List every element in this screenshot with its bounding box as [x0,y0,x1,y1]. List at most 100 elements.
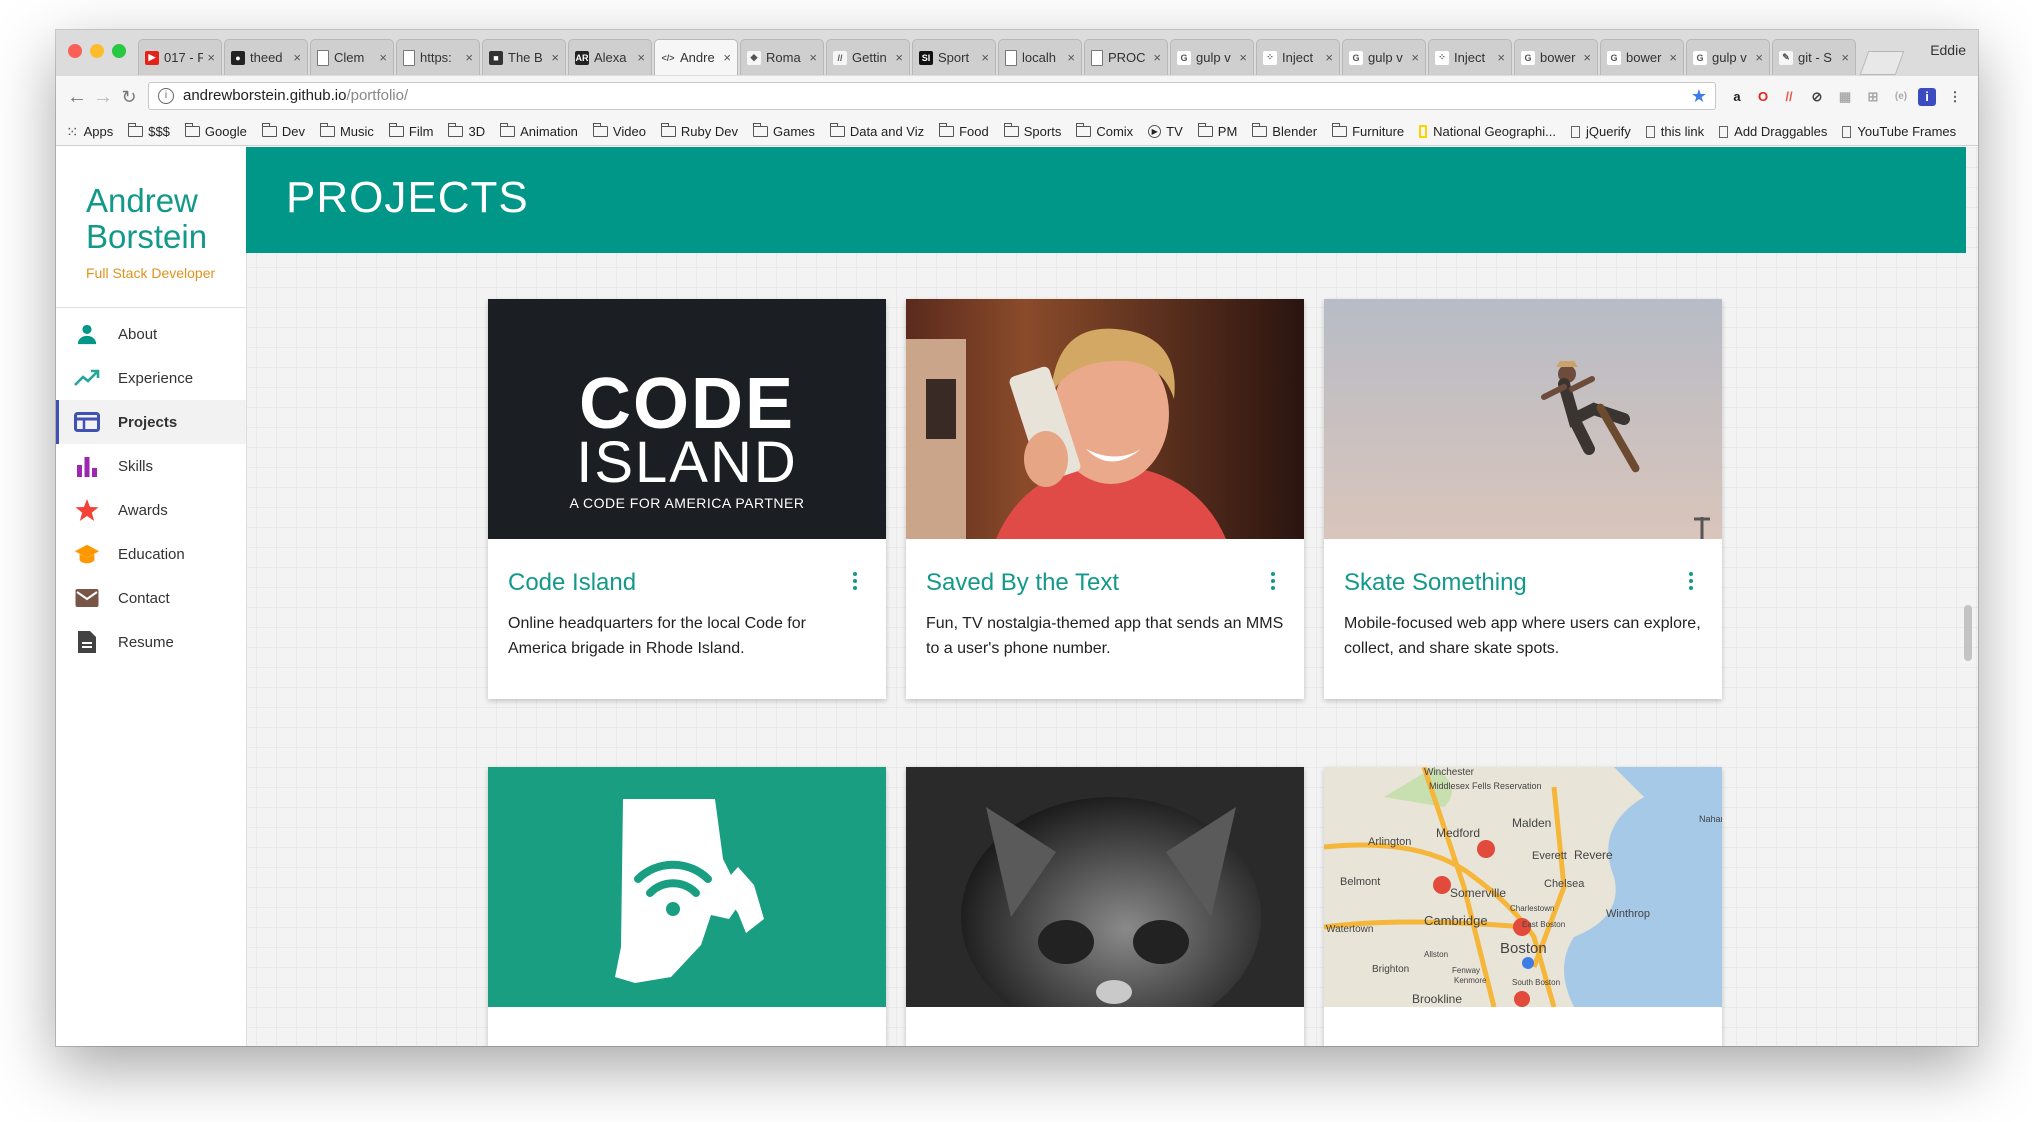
bookmark-folder[interactable]: Music [319,123,374,139]
bookmark-play[interactable]: ▶ TV [1148,124,1183,139]
browser-tab[interactable]: ✎ git - S × [1772,39,1856,75]
sidebar-item-about[interactable]: About [56,312,246,356]
sidebar-item-education[interactable]: Education [56,532,246,576]
bookmark-folder[interactable]: Video [592,123,646,139]
dns-extension-icon[interactable]: (e) [1892,88,1910,106]
tab-close-icon[interactable]: × [637,50,645,65]
bookmark-folder[interactable]: Games [753,123,815,139]
bookmark-folder[interactable]: Blender [1252,123,1317,139]
tab-close-icon[interactable]: × [1583,50,1591,65]
project-title[interactable]: Skate Something [1344,569,1527,597]
phone-photo[interactable] [906,299,1304,539]
sidebar-item-projects[interactable]: Projects [56,400,246,444]
rhode-island-wifi[interactable] [488,767,886,1007]
sync-extension-icon[interactable]: ⊘ [1808,88,1826,106]
browser-tab[interactable]: // Gettin × [826,39,910,75]
browser-tab[interactable]: </> Andre × [654,39,738,75]
sidebar-item-skills[interactable]: Skills [56,444,246,488]
browser-tab[interactable]: ▶ 017 - F × [138,39,222,75]
site-name[interactable]: Andrew Borstein [86,183,207,255]
tab-close-icon[interactable]: × [1067,50,1075,65]
boston-map[interactable]: Winchester Middlesex Fells Reservation Mal… [1324,767,1722,1007]
browser-tab[interactable]: ■ The B × [482,39,566,75]
browser-tab[interactable]: AR Alexa × [568,39,652,75]
bookmark-folder[interactable]: Furniture [1332,123,1404,139]
project-card[interactable]: CODE ISLAND A CODE FOR AMERICA PARTNER C… [488,299,886,699]
tab-close-icon[interactable]: × [1325,50,1333,65]
tab-close-icon[interactable]: × [465,50,473,65]
tab-close-icon[interactable]: × [379,50,387,65]
close-window-button[interactable] [68,44,82,58]
project-card[interactable] [488,767,886,1046]
more-vert-icon[interactable] [852,569,858,595]
bookmark-folder[interactable]: Food [939,123,989,139]
minimize-window-button[interactable] [90,44,104,58]
tab-close-icon[interactable]: × [1153,50,1161,65]
tab-close-icon[interactable]: × [809,50,817,65]
browser-tab[interactable]: https: × [396,39,480,75]
sidebar-item-awards[interactable]: Awards [56,488,246,532]
site-info-icon[interactable]: i [158,88,174,104]
browser-tab[interactable]: Clem × [310,39,394,75]
bookmark-natgeo[interactable]: National Geographi... [1419,124,1556,139]
bookmark-star-icon[interactable]: ★ [1691,83,1707,109]
info-extension-icon[interactable]: i [1918,88,1936,106]
bookmark-page[interactable]: jQuerify [1571,124,1631,139]
amazon-extension-icon[interactable]: a [1728,88,1746,106]
bookmark-page[interactable]: this link [1645,124,1704,139]
css-extension-icon[interactable]: ⊞ [1864,88,1882,106]
tab-close-icon[interactable]: × [1669,50,1677,65]
bookmark-folder[interactable]: Sports [1003,123,1061,139]
bookmark-folder[interactable]: Google [184,123,247,139]
skater-photo[interactable] [1324,299,1722,539]
bookmark-folder[interactable]: Animation [500,123,578,139]
tab-close-icon[interactable]: × [551,50,559,65]
tab-close-icon[interactable]: × [1497,50,1505,65]
bookmark-page[interactable]: Add Draggables [1719,124,1827,139]
opera-extension-icon[interactable]: O [1754,88,1772,106]
browser-tab[interactable]: ● theed × [224,39,308,75]
browser-tab[interactable]: PROC × [1084,39,1168,75]
browser-tab[interactable]: Ggulp v × [1170,39,1254,75]
browser-tab[interactable]: Gbower × [1600,39,1684,75]
back-button[interactable]: ← [66,86,88,109]
address-bar[interactable]: i andrewborstein.github.io/portfolio/ ★ [148,82,1716,110]
project-card[interactable]: Skate Something Mobile-focused web app wh… [1324,299,1722,699]
more-vert-icon[interactable] [1270,569,1276,595]
reload-button[interactable]: ↻ [118,87,140,108]
forward-button[interactable]: → [92,86,114,109]
sidebar-item-experience[interactable]: Experience [56,356,246,400]
tab-close-icon[interactable]: × [895,50,903,65]
tab-close-icon[interactable]: × [723,50,731,65]
project-title[interactable]: Saved By the Text [926,569,1119,597]
tab-close-icon[interactable]: × [1755,50,1763,65]
browser-tab[interactable]: localh × [998,39,1082,75]
tab-close-icon[interactable]: × [1841,50,1849,65]
tab-close-icon[interactable]: × [981,50,989,65]
project-card[interactable]: Saved By the Text Fun, TV nostalgia-theme… [906,299,1304,699]
bookmark-page[interactable]: YouTube Frames [1842,124,1956,139]
browser-tab[interactable]: ⁘ Inject × [1256,39,1340,75]
bookmark-folder[interactable]: Film [388,123,433,139]
project-card[interactable]: Winchester Middlesex Fells Reservation Mal… [1324,767,1722,1046]
bookmark-folder[interactable]: PM [1197,123,1237,139]
browser-tab[interactable]: Gbower × [1514,39,1598,75]
bookmark-apps[interactable]: ⁙ Apps [66,123,113,141]
new-tab-button[interactable] [1859,51,1905,75]
bookmark-folder[interactable]: Ruby Dev [660,123,738,139]
bookmark-folder[interactable]: 3D [448,123,485,139]
scrollbar-thumb[interactable] [1964,605,1972,661]
bookmark-folder[interactable]: Dev [261,123,305,139]
more-vert-icon[interactable] [1688,569,1694,595]
bookmark-folder[interactable]: Data and Viz [829,123,924,139]
tab-close-icon[interactable]: × [293,50,301,65]
project-card[interactable] [906,767,1304,1046]
bookmark-folder[interactable]: Comix [1076,123,1133,139]
project-title[interactable]: Code Island [508,569,636,597]
zoom-window-button[interactable] [112,44,126,58]
menu-icon[interactable]: ⋮ [1946,88,1964,106]
browser-tab[interactable]: ◆ Roma × [740,39,824,75]
tab-close-icon[interactable]: × [1411,50,1419,65]
bookmark-folder[interactable]: $$$ [128,123,170,139]
sidebar-item-contact[interactable]: Contact [56,576,246,620]
